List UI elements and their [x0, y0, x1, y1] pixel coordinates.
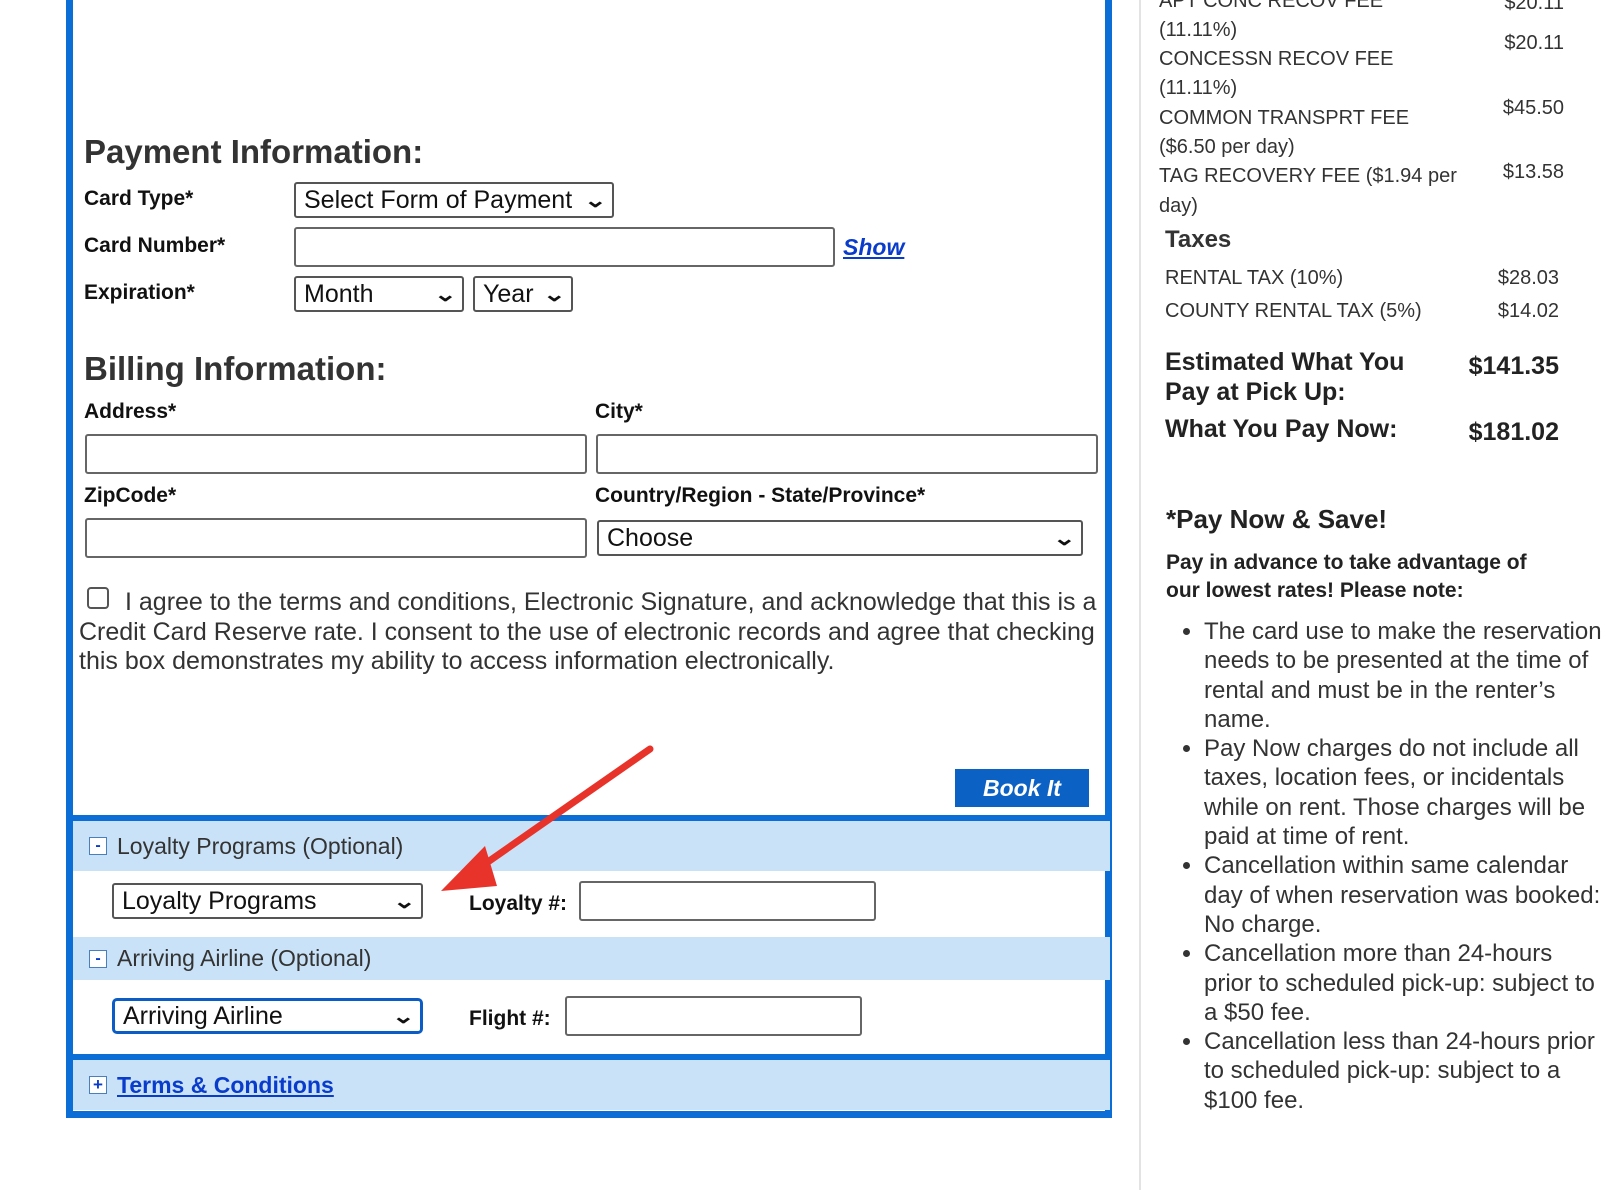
list-item: Pay Now charges do not include all taxes…: [1204, 734, 1604, 851]
fee-label: TAG RECOVERY FEE ($1.94 per: [1159, 165, 1457, 187]
list-item: Cancellation more than 24-hours prior to…: [1204, 939, 1604, 1027]
pay-now-amount: $181.02: [1468, 418, 1559, 446]
pay-now-save-title: *Pay Now & Save!: [1166, 504, 1388, 534]
pay-now-label: What You Pay Now:: [1165, 415, 1398, 443]
fee-label: day): [1159, 195, 1198, 217]
sidebar-divider: [1139, 0, 1141, 1190]
tax-amount: $14.02: [1497, 300, 1559, 322]
pay-now-intro: Pay in advance to take advantage of our …: [1166, 551, 1527, 602]
tax-label: RENTAL TAX (10%): [1165, 267, 1344, 289]
fee-label: CONCESSN RECOV FEE: [1159, 48, 1394, 70]
fee-amount: $20.11: [1504, 32, 1564, 54]
estimated-pickup-amount: $141.35: [1468, 352, 1559, 380]
estimated-pickup-label: Pay at Pick Up:: [1165, 378, 1346, 406]
fee-amount: $45.50: [1502, 97, 1564, 119]
fee-amount: $20.11: [1504, 0, 1564, 14]
taxes-heading: Taxes: [1165, 226, 1232, 253]
list-item: Cancellation within same calendar day of…: [1204, 851, 1604, 939]
estimated-pickup-label: Estimated What You: [1165, 348, 1405, 376]
fee-label: APT CONC RECOV FEE: [1159, 0, 1384, 12]
list-item: The card use to make the reservation nee…: [1204, 617, 1604, 734]
fee-label: (11.11%): [1159, 77, 1238, 99]
fee-label: COMMON TRANSPRT FEE: [1159, 107, 1410, 129]
tax-amount: $28.03: [1497, 267, 1559, 289]
fee-amount: $13.58: [1502, 161, 1564, 183]
pay-now-notes-list: The card use to make the reservation nee…: [1166, 617, 1604, 1115]
list-item: Cancellation less than 24-hours prior to…: [1204, 1027, 1604, 1115]
fee-label: (11.11%): [1159, 19, 1238, 41]
tax-label: COUNTY RENTAL TAX (5%): [1165, 300, 1422, 322]
fee-label: ($6.50 per day): [1159, 136, 1295, 158]
